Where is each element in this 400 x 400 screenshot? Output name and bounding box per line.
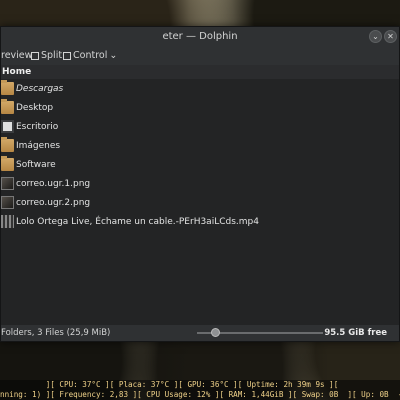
main-toolbar: review Split Control ⌄ xyxy=(1,47,399,65)
list-item[interactable]: correo.ugr.2.png xyxy=(1,193,399,212)
list-item[interactable]: Escritorio xyxy=(1,117,399,136)
control-menu-icon xyxy=(63,52,71,60)
window-title: eter — Dolphin xyxy=(162,31,238,42)
chevron-down-icon: ⌄ xyxy=(109,50,118,61)
list-item[interactable]: Desktop xyxy=(1,98,399,117)
list-item[interactable]: Descargas xyxy=(1,79,399,98)
status-summary: Folders, 3 Files (25,9 MiB) xyxy=(1,328,111,338)
image-icon xyxy=(1,177,14,190)
file-name: Desktop xyxy=(16,102,54,113)
file-name: Descargas xyxy=(16,83,64,94)
folder-icon xyxy=(1,156,14,171)
status-bar: Folders, 3 Files (25,9 MiB) 95.5 GiB fre… xyxy=(1,325,399,341)
conky-line-2: nning: 1) ][ Frequency: 2,83 ][ CPU Usag… xyxy=(0,390,400,399)
preview-button[interactable]: review xyxy=(1,49,32,63)
folder-icon xyxy=(1,99,14,114)
chevron-down-icon: ⌄ xyxy=(372,32,379,41)
file-name: Software xyxy=(16,159,56,170)
close-icon: ✕ xyxy=(387,32,394,41)
dolphin-window: eter — Dolphin ⌄ ✕ review Split Control … xyxy=(0,26,400,342)
file-name: Lolo Ortega Live, Échame un cable.-PErH3… xyxy=(16,216,259,227)
breadcrumb[interactable]: Home xyxy=(1,65,399,79)
file-name: Escritorio xyxy=(16,121,59,132)
conky-line-1: ][ CPU: 37°C ][ Placa: 37°C ][ GPU: 36°C… xyxy=(0,380,339,389)
control-label: Control xyxy=(73,50,108,61)
window-titlebar[interactable]: eter — Dolphin ⌄ ✕ xyxy=(1,27,399,47)
list-item[interactable]: Software xyxy=(1,155,399,174)
free-space-label: 95.5 GiB free xyxy=(324,328,387,338)
system-monitor-bar: ][ CPU: 37°C ][ Placa: 37°C ][ GPU: 36°C… xyxy=(0,380,400,400)
video-icon xyxy=(1,215,14,228)
preview-label: review xyxy=(1,50,33,61)
file-list: Descargas Desktop Escritorio Imágenes So… xyxy=(1,79,399,325)
file-name: Imágenes xyxy=(16,140,61,151)
pictures-folder-icon xyxy=(1,137,14,152)
split-button[interactable]: Split xyxy=(31,49,62,63)
split-view-icon xyxy=(31,52,39,60)
file-name: correo.ugr.2.png xyxy=(16,197,91,208)
list-item[interactable]: Lolo Ortega Live, Échame un cable.-PErH3… xyxy=(1,212,399,231)
close-button[interactable]: ✕ xyxy=(384,30,397,43)
control-button[interactable]: Control ⌄ xyxy=(63,49,117,63)
zoom-slider-handle[interactable] xyxy=(211,328,220,337)
download-folder-icon xyxy=(1,80,14,95)
minimize-button[interactable]: ⌄ xyxy=(369,30,382,43)
split-label: Split xyxy=(41,50,63,61)
image-icon xyxy=(1,196,14,209)
desktop-icon xyxy=(1,120,14,133)
breadcrumb-home[interactable]: Home xyxy=(2,67,31,77)
list-item[interactable]: correo.ugr.1.png xyxy=(1,174,399,193)
file-name: correo.ugr.1.png xyxy=(16,178,91,189)
list-item[interactable]: Imágenes xyxy=(1,136,399,155)
